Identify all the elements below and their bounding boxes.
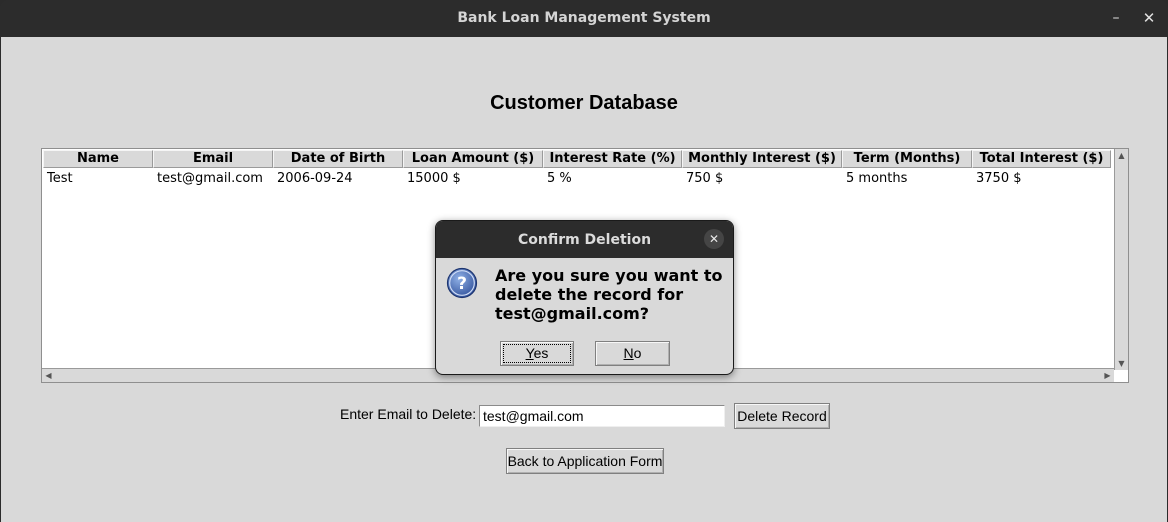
dialog-message-line: Are you sure you want to	[495, 266, 723, 285]
column-header-term[interactable]: Term (Months)	[842, 150, 972, 168]
dialog-title: Confirm Deletion	[517, 232, 652, 248]
no-label: o	[633, 345, 642, 361]
dialog-message: Are you sure you want to delete the reco…	[495, 266, 730, 323]
window-title: Bank Loan Management System	[457, 10, 711, 26]
column-header-name[interactable]: Name	[43, 150, 153, 168]
cell-interest-rate: 5 %	[547, 171, 572, 186]
scroll-right-icon[interactable]: ▶	[1101, 369, 1114, 382]
column-header-dob[interactable]: Date of Birth	[273, 150, 403, 168]
column-header-total-interest[interactable]: Total Interest ($)	[972, 150, 1111, 168]
cell-loan-amount: 15000 $	[407, 171, 461, 186]
cell-monthly-interest: 750 $	[686, 171, 724, 186]
column-header-loan-amount[interactable]: Loan Amount ($)	[403, 150, 543, 168]
page-title: Customer Database	[490, 92, 678, 114]
cell-total-interest: 3750 $	[976, 171, 1022, 186]
scroll-up-icon[interactable]: ▲	[1115, 149, 1128, 162]
minimize-icon[interactable]: –	[1106, 8, 1126, 28]
close-icon[interactable]: ✕	[1139, 8, 1159, 28]
dialog-titlebar: Confirm Deletion ✕	[436, 221, 733, 258]
column-header-email[interactable]: Email	[153, 150, 273, 168]
dialog-message-line: test@gmail.com?	[495, 304, 650, 323]
cell-email: test@gmail.com	[157, 171, 263, 186]
question-icon: ?	[446, 267, 478, 299]
table-row[interactable]: Test test@gmail.com 2006-09-24 15000 $ 5…	[43, 170, 1111, 188]
no-button[interactable]: No	[595, 341, 670, 366]
column-header-monthly-interest[interactable]: Monthly Interest ($)	[682, 150, 842, 168]
cell-term: 5 months	[846, 171, 908, 186]
no-mnemonic: N	[623, 345, 634, 361]
table-header: Name Email Date of Birth Loan Amount ($)…	[43, 150, 1111, 168]
dialog-message-line: delete the record for	[495, 285, 684, 304]
confirm-deletion-dialog: Confirm Deletion ✕ ? Are you sure you wa…	[435, 220, 734, 375]
delete-email-label: Enter Email to Delete:	[340, 406, 477, 422]
cell-name: Test	[47, 171, 73, 186]
delete-email-input[interactable]	[479, 405, 725, 427]
yes-button[interactable]: Yes	[500, 341, 574, 366]
focus-ring	[503, 344, 571, 363]
window-titlebar: Bank Loan Management System – ✕	[0, 0, 1168, 37]
vertical-scrollbar[interactable]: ▲ ▼	[1114, 149, 1128, 370]
delete-record-button[interactable]: Delete Record	[734, 403, 830, 429]
scroll-left-icon[interactable]: ◀	[42, 369, 55, 382]
back-to-form-button[interactable]: Back to Application Form	[506, 448, 664, 474]
dialog-close-icon[interactable]: ✕	[704, 229, 724, 249]
vertical-scroll-thumb[interactable]	[1115, 162, 1128, 357]
cell-dob: 2006-09-24	[277, 171, 353, 186]
svg-text:?: ?	[457, 274, 467, 294]
column-header-interest-rate[interactable]: Interest Rate (%)	[543, 150, 682, 168]
scroll-down-icon[interactable]: ▼	[1115, 357, 1128, 370]
